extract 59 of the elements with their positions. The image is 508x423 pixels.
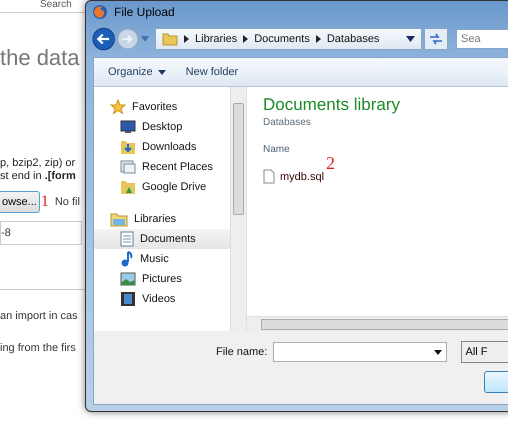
- music-note-icon: [120, 251, 134, 267]
- column-header[interactable]: Name: [263, 144, 508, 155]
- file-item[interactable]: mydb.sql: [263, 169, 326, 184]
- window-title: File Upload: [114, 5, 175, 19]
- film-strip-icon: [120, 291, 136, 307]
- annotation-number: 1: [40, 193, 49, 211]
- document-icon: [120, 231, 134, 247]
- toolbar-button[interactable]: Organize: [102, 64, 172, 80]
- file-icon: [263, 169, 275, 184]
- browser-logo-icon: [92, 4, 108, 20]
- description-line: p, bzip2, zip) or: [0, 157, 76, 170]
- page-heading: the data: [0, 45, 81, 71]
- refresh-arrows-icon: [429, 33, 444, 45]
- no-file-text: No fil: [54, 196, 80, 208]
- horizontal-scrollbar[interactable]: [247, 316, 508, 331]
- description-line: st end in .[form: [0, 170, 77, 183]
- breadcrumb-item[interactable]: Databases: [326, 33, 380, 45]
- option-text: ing from the firs: [0, 342, 77, 354]
- nav-item[interactable]: Pictures: [94, 269, 230, 289]
- nav-group[interactable]: Favorites: [94, 97, 230, 117]
- history-caret-icon[interactable]: [140, 36, 150, 42]
- address-bar[interactable]: Libraries Documents Databases: [155, 28, 422, 50]
- vertical-scrollbar[interactable]: [230, 87, 246, 331]
- breadcrumb-item[interactable]: Libraries: [195, 33, 238, 45]
- download-folder-icon: [120, 139, 136, 155]
- search-box[interactable]: Sea: [456, 29, 508, 49]
- star-icon: [110, 99, 126, 115]
- recent-places-icon: [120, 159, 136, 175]
- separator-arrow-icon: [243, 35, 248, 43]
- library-title: Documents library: [263, 95, 401, 115]
- dropdown-caret-icon[interactable]: [406, 36, 416, 42]
- drive-folder-icon: [120, 179, 136, 195]
- browse-button[interactable]: owse...: [0, 191, 40, 213]
- site-search-link[interactable]: Search: [40, 0, 72, 10]
- charset-select[interactable]: -8: [0, 221, 82, 245]
- nav-item[interactable]: Recent Places: [94, 157, 230, 177]
- picture-icon: [120, 272, 136, 286]
- nav-item[interactable]: Downloads: [94, 137, 230, 157]
- nav-item[interactable]: Desktop: [94, 117, 230, 137]
- annotation-number: 2: [326, 155, 336, 171]
- option-text: an import in cas: [0, 310, 79, 322]
- dropdown-caret-icon: [434, 350, 442, 354]
- file-type-dropdown[interactable]: All F: [460, 341, 508, 363]
- refresh-button[interactable]: [424, 28, 448, 50]
- folder-icon: [110, 212, 128, 226]
- monitor-icon: [120, 120, 136, 134]
- separator-arrow-icon: [316, 35, 321, 43]
- nav-group[interactable]: Libraries: [94, 209, 230, 229]
- nav-item[interactable]: Google Drive: [94, 177, 230, 197]
- breadcrumb-item[interactable]: Documents: [254, 33, 310, 45]
- toolbar-button[interactable]: New folder: [180, 64, 244, 80]
- library-subtitle: Databases: [263, 117, 312, 128]
- file-name-field[interactable]: [273, 342, 446, 362]
- nav-item[interactable]: Music: [94, 249, 230, 269]
- separator-arrow-icon: [184, 35, 190, 43]
- file-name-label: File name:: [216, 346, 268, 358]
- nav-item[interactable]: Videos: [94, 289, 230, 309]
- nav-item[interactable]: Documents: [94, 229, 230, 249]
- folder-icon: [162, 32, 178, 46]
